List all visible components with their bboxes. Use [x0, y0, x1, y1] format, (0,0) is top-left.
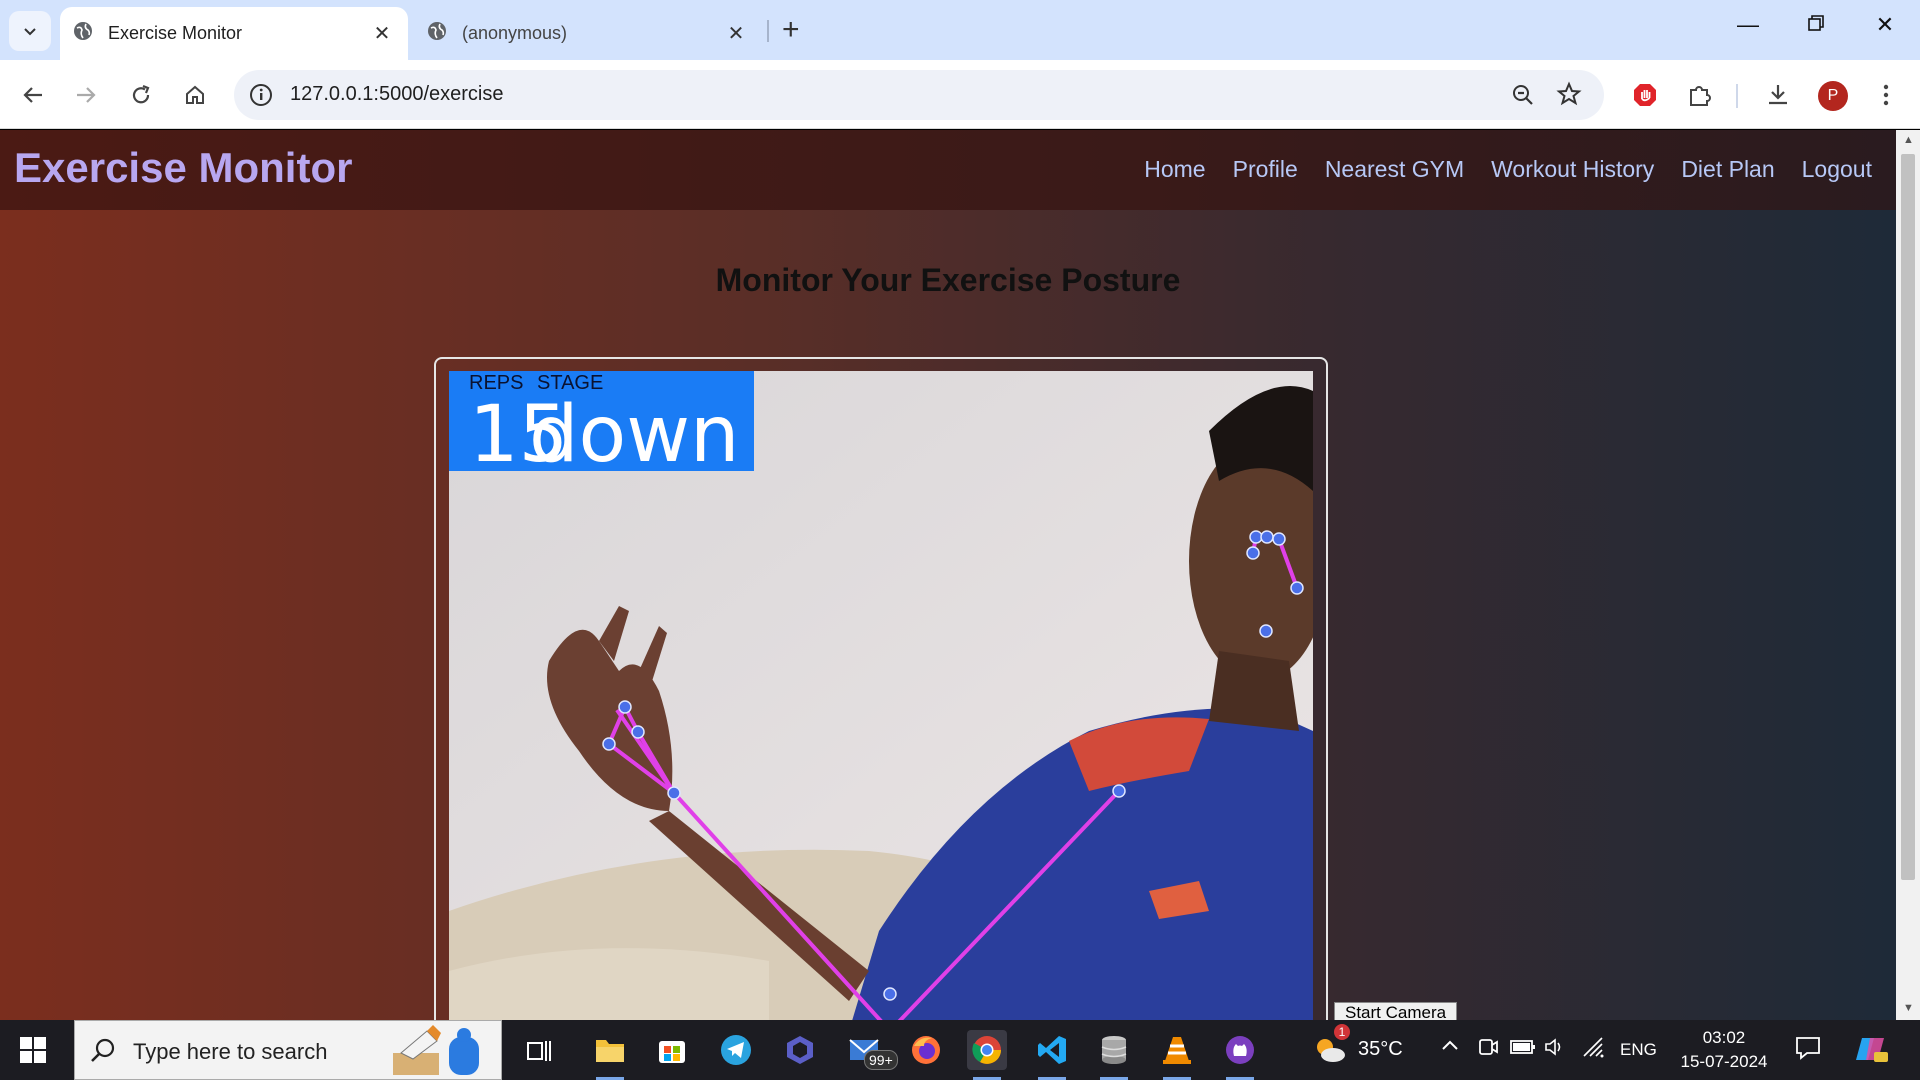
task-view-icon[interactable]	[520, 1030, 560, 1070]
nav-link-home[interactable]: Home	[1144, 156, 1205, 183]
mail-badge: 99+	[864, 1050, 898, 1070]
tab-separator	[767, 20, 769, 42]
vscode-icon[interactable]	[1032, 1030, 1072, 1080]
adblock-extension-icon[interactable]	[1630, 80, 1660, 110]
chrome-icon[interactable]	[967, 1030, 1007, 1080]
volume-icon[interactable]	[1544, 1036, 1566, 1064]
search-placeholder: Type here to search	[133, 1039, 328, 1064]
taskbar-search-box[interactable]: Type here to search	[74, 1020, 502, 1080]
windows-start-icon[interactable]	[20, 1037, 46, 1068]
database-icon[interactable]	[1094, 1030, 1134, 1080]
globe-icon	[426, 20, 448, 47]
tab-exercise-monitor[interactable]: Exercise Monitor ✕	[60, 7, 408, 60]
wifi-icon[interactable]	[1582, 1036, 1606, 1064]
file-explorer-icon[interactable]	[590, 1030, 630, 1080]
site-info-icon[interactable]	[248, 82, 274, 113]
language-indicator[interactable]: ENG	[1620, 1040, 1657, 1060]
clock-time: 03:02	[1702, 1028, 1746, 1047]
page-title: Monitor Your Exercise Posture	[715, 262, 1181, 298]
chevron-down-icon	[24, 28, 36, 36]
close-tab-icon[interactable]: ✕	[724, 21, 748, 46]
globe-icon	[72, 20, 94, 47]
meet-now-icon[interactable]	[1478, 1036, 1498, 1064]
restore-icon[interactable]	[1796, 12, 1836, 38]
weather-icon[interactable]: 1	[1310, 1024, 1350, 1070]
page-viewport: Exercise Monitor Home Profile Nearest GY…	[0, 130, 1896, 1020]
tab-search-button[interactable]	[9, 11, 51, 51]
browser-toolbar: 127.0.0.1:5000/exercise P	[0, 60, 1920, 129]
toolbar-separator	[1736, 84, 1738, 108]
close-window-icon[interactable]: ✕	[1865, 12, 1905, 38]
vlc-icon[interactable]	[1157, 1030, 1197, 1080]
browser-menu-icon[interactable]	[1871, 80, 1901, 110]
nav-link-profile[interactable]: Profile	[1233, 156, 1298, 183]
weather-badge: 1	[1334, 1024, 1350, 1040]
address-bar[interactable]: 127.0.0.1:5000/exercise	[234, 70, 1604, 120]
site-navbar: Exercise Monitor Home Profile Nearest GY…	[0, 130, 1896, 210]
microsoft-store-icon[interactable]	[652, 1030, 692, 1070]
chevron-up-icon[interactable]	[1440, 1036, 1460, 1062]
nav-link-workout-history[interactable]: Workout History	[1491, 156, 1654, 183]
clock-date: 15-07-2024	[1680, 1052, 1768, 1071]
telegram-icon[interactable]	[716, 1030, 756, 1070]
camera-feed: REPS STAGE 15 down	[449, 371, 1313, 1020]
page-scrollbar[interactable]: ▲ ▼	[1896, 130, 1920, 1020]
stage-value: down	[529, 390, 739, 480]
tab-title: (anonymous)	[462, 23, 568, 43]
search-icon	[89, 1037, 117, 1070]
site-brand[interactable]: Exercise Monitor	[14, 144, 352, 192]
mail-icon[interactable]: 99+	[846, 1030, 898, 1070]
close-tab-icon[interactable]: ✕	[370, 21, 394, 46]
notifications-icon[interactable]	[1795, 1036, 1821, 1066]
start-camera-button[interactable]: Start Camera	[1334, 1002, 1458, 1020]
reload-icon[interactable]	[126, 80, 156, 110]
tab-anonymous[interactable]: (anonymous) ✕	[414, 7, 762, 60]
address-url: 127.0.0.1:5000/exercise	[290, 83, 504, 105]
back-arrow-icon[interactable]	[18, 80, 48, 110]
nav-link-nearest-gym[interactable]: Nearest GYM	[1325, 156, 1464, 183]
nav-link-logout[interactable]: Logout	[1802, 156, 1872, 183]
home-icon[interactable]	[180, 80, 210, 110]
scroll-up-icon[interactable]: ▲	[1903, 134, 1914, 146]
forward-arrow-icon[interactable]	[71, 80, 101, 110]
scroll-down-icon[interactable]: ▼	[1903, 1002, 1914, 1014]
firefox-icon[interactable]	[906, 1030, 946, 1070]
camera-feed-image: REPS STAGE 15 down	[449, 371, 1313, 1020]
copilot-icon[interactable]	[1854, 1034, 1888, 1070]
download-icon[interactable]	[1763, 80, 1793, 110]
zoom-icon[interactable]	[1510, 82, 1536, 113]
new-tab-button[interactable]: +	[782, 14, 800, 46]
minimize-icon[interactable]: —	[1728, 12, 1768, 38]
power-automate-icon[interactable]	[780, 1030, 820, 1070]
extensions-puzzle-icon[interactable]	[1685, 80, 1715, 110]
nav-links: Home Profile Nearest GYM Workout History…	[1117, 156, 1872, 183]
search-highlight-illustration-icon	[393, 1025, 479, 1075]
windows-taskbar: Type here to search 99+ 1 35°C ENG 03:02…	[0, 1020, 1920, 1080]
github-desktop-icon[interactable]	[1220, 1030, 1260, 1080]
battery-icon[interactable]	[1510, 1037, 1536, 1063]
scrollbar-thumb[interactable]	[1901, 154, 1915, 880]
system-clock[interactable]: 03:02 15-07-2024	[1676, 1026, 1772, 1074]
browser-tabstrip: Exercise Monitor ✕ (anonymous) ✕ + — ✕	[0, 0, 1920, 60]
tab-title: Exercise Monitor	[108, 23, 243, 43]
temperature[interactable]: 35°C	[1358, 1038, 1403, 1061]
nav-link-diet-plan[interactable]: Diet Plan	[1681, 156, 1774, 183]
bookmark-star-icon[interactable]	[1556, 81, 1582, 112]
profile-avatar[interactable]: P	[1818, 81, 1848, 111]
